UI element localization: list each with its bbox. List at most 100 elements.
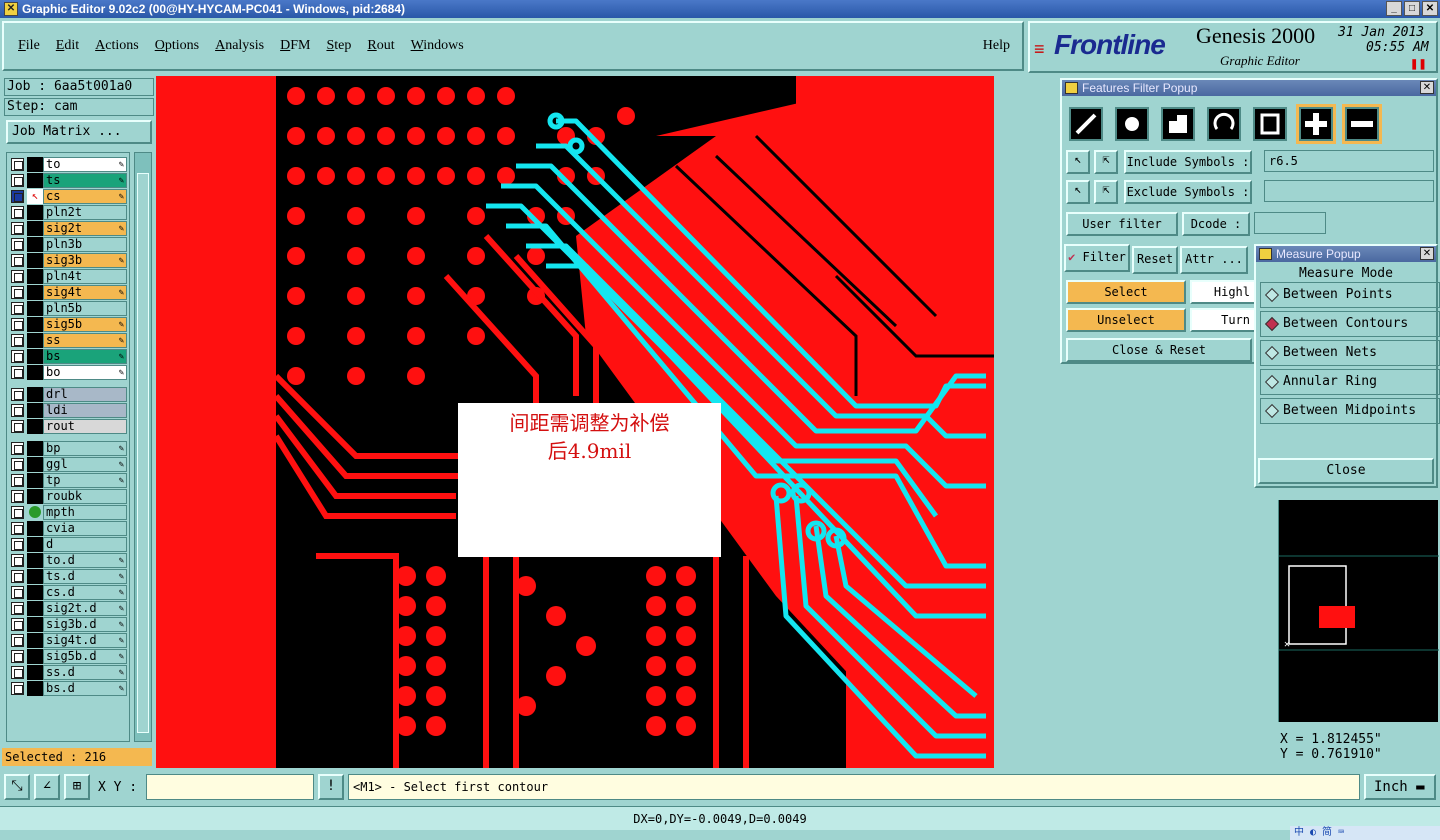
menu-rout[interactable]: Rout bbox=[367, 38, 394, 54]
layer-affected-slot[interactable] bbox=[27, 649, 43, 664]
dcode-label[interactable]: Dcode : bbox=[1182, 212, 1250, 236]
layer-affected-slot[interactable] bbox=[27, 681, 43, 696]
layer-name[interactable]: pln5b bbox=[43, 301, 127, 316]
layer-affected-slot[interactable] bbox=[27, 633, 43, 648]
menu-dfm[interactable]: DFM bbox=[280, 38, 310, 54]
layer-name[interactable]: bs ✎ bbox=[43, 349, 127, 364]
layer-display-checkbox[interactable] bbox=[11, 522, 24, 535]
pad-feature-icon[interactable] bbox=[1112, 104, 1152, 144]
layer-row-sig4t[interactable]: sig4t ✎ bbox=[9, 285, 129, 300]
include-popup-icon[interactable]: ⇱ bbox=[1094, 150, 1118, 174]
measure-mode-annular-ring[interactable]: Annular Ring bbox=[1260, 369, 1440, 395]
menu-options[interactable]: Options bbox=[155, 38, 199, 54]
negative-polarity-icon[interactable] bbox=[1342, 104, 1382, 144]
dcode-input[interactable] bbox=[1254, 212, 1326, 234]
menu-file[interactable]: File bbox=[18, 38, 40, 54]
layer-affected-slot[interactable] bbox=[27, 441, 43, 456]
layer-row-ss[interactable]: ss ✎ bbox=[9, 333, 129, 348]
layer-name[interactable]: sig4t ✎ bbox=[43, 285, 127, 300]
layer-affected-slot[interactable] bbox=[27, 333, 43, 348]
include-arrow-icon[interactable]: ↖ bbox=[1066, 150, 1090, 174]
layer-affected-slot[interactable] bbox=[27, 349, 43, 364]
measure-mode-between-nets[interactable]: Between Nets bbox=[1260, 340, 1440, 366]
exclude-symbols-input[interactable] bbox=[1264, 180, 1434, 202]
layer-display-checkbox[interactable] bbox=[11, 158, 24, 171]
layer-display-checkbox[interactable] bbox=[11, 366, 24, 379]
close-reset-button[interactable]: Close & Reset bbox=[1066, 338, 1252, 362]
surface-feature-icon[interactable] bbox=[1158, 104, 1198, 144]
layer-affected-slot[interactable] bbox=[27, 269, 43, 284]
job-matrix-button[interactable]: Job Matrix ... bbox=[6, 120, 152, 144]
layer-row-sig2t[interactable]: sig2t ✎ bbox=[9, 221, 129, 236]
layer-display-checkbox[interactable] bbox=[11, 442, 24, 455]
layer-display-checkbox[interactable] bbox=[11, 650, 24, 663]
layer-display-checkbox[interactable] bbox=[11, 190, 24, 203]
layer-display-checkbox[interactable] bbox=[11, 222, 24, 235]
reset-button[interactable]: Reset bbox=[1132, 246, 1178, 274]
layer-display-checkbox[interactable] bbox=[11, 602, 24, 615]
measure-close-icon[interactable]: ✕ bbox=[1420, 247, 1434, 260]
scrollbar-thumb[interactable] bbox=[137, 173, 149, 733]
layer-row-cvia[interactable]: cvia bbox=[9, 521, 129, 536]
layer-row-bs[interactable]: bs ✎ bbox=[9, 349, 129, 364]
layer-name[interactable]: sig5b.d ✎ bbox=[43, 649, 127, 664]
layer-row-d[interactable]: d bbox=[9, 537, 129, 552]
layer-affected-slot[interactable] bbox=[27, 419, 43, 434]
layer-row-mpth[interactable]: mpth bbox=[9, 505, 129, 520]
layer-display-checkbox[interactable] bbox=[11, 404, 24, 417]
layer-display-checkbox[interactable] bbox=[11, 254, 24, 267]
layer-row-sig3b[interactable]: sig3b ✎ bbox=[9, 253, 129, 268]
layer-row-tp[interactable]: tp ✎ bbox=[9, 473, 129, 488]
layer-row-ss-d[interactable]: ss.d ✎ bbox=[9, 665, 129, 680]
layer-display-checkbox[interactable] bbox=[11, 388, 24, 401]
measure-mode-between-contours[interactable]: Between Contours bbox=[1260, 311, 1440, 337]
layer-row-bo[interactable]: bo ✎ bbox=[9, 365, 129, 380]
layer-affected-slot[interactable] bbox=[27, 617, 43, 632]
layer-list-scrollbar[interactable] bbox=[134, 152, 152, 742]
layer-name[interactable]: to ✎ bbox=[43, 157, 127, 172]
snap-grid-icon[interactable]: ⊞ bbox=[64, 774, 90, 800]
layer-affected-slot[interactable] bbox=[27, 205, 43, 220]
layer-row-sig5b[interactable]: sig5b ✎ bbox=[9, 317, 129, 332]
layer-name[interactable]: d bbox=[43, 537, 127, 552]
pause-icon[interactable]: ❚❚ bbox=[1410, 59, 1427, 70]
filter-toggle[interactable]: ✔ Filter bbox=[1064, 244, 1130, 272]
layer-row-ggl[interactable]: ggl ✎ bbox=[9, 457, 129, 472]
maximize-button[interactable]: □ bbox=[1404, 1, 1420, 16]
layer-row-sig5b-d[interactable]: sig5b.d ✎ bbox=[9, 649, 129, 664]
layer-name[interactable]: pln2t bbox=[43, 205, 127, 220]
layer-affected-slot[interactable] bbox=[27, 601, 43, 616]
layer-name[interactable]: bs.d ✎ bbox=[43, 681, 127, 696]
layer-display-checkbox[interactable] bbox=[11, 206, 24, 219]
layer-affected-slot[interactable] bbox=[27, 569, 43, 584]
text-feature-icon[interactable] bbox=[1250, 104, 1290, 144]
layer-row-sig2t-d[interactable]: sig2t.d ✎ bbox=[9, 601, 129, 616]
layer-affected-slot[interactable] bbox=[27, 585, 43, 600]
positive-polarity-icon[interactable] bbox=[1296, 104, 1336, 144]
menu-actions[interactable]: Actions bbox=[95, 38, 139, 54]
layer-affected-slot[interactable] bbox=[27, 387, 43, 402]
attr-button[interactable]: Attr ... bbox=[1180, 246, 1248, 274]
layer-affected-slot[interactable] bbox=[27, 253, 43, 268]
layer-affected-slot[interactable] bbox=[27, 157, 43, 172]
layer-name[interactable]: bo ✎ bbox=[43, 365, 127, 380]
layer-display-checkbox[interactable] bbox=[11, 238, 24, 251]
layer-name[interactable]: to.d ✎ bbox=[43, 553, 127, 568]
layer-display-checkbox[interactable] bbox=[11, 570, 24, 583]
layer-name[interactable]: cvia bbox=[43, 521, 127, 536]
unit-selector[interactable]: Inch ▬ bbox=[1364, 774, 1436, 800]
layer-affected-slot[interactable] bbox=[27, 301, 43, 316]
layer-display-checkbox[interactable] bbox=[11, 506, 24, 519]
layer-row-to[interactable]: to ✎ bbox=[9, 157, 129, 172]
layer-affected-slot[interactable] bbox=[27, 403, 43, 418]
layer-name[interactable]: ts.d ✎ bbox=[43, 569, 127, 584]
minimize-button[interactable]: _ bbox=[1386, 1, 1402, 16]
layer-name[interactable]: roubk bbox=[43, 489, 127, 504]
layer-display-checkbox[interactable] bbox=[11, 420, 24, 433]
layer-affected-slot[interactable] bbox=[27, 537, 43, 552]
measure-tool-icon[interactable]: ∠ bbox=[34, 774, 60, 800]
highlight-button[interactable]: Highl bbox=[1190, 280, 1256, 304]
layer-row-ldi[interactable]: ldi bbox=[9, 403, 129, 418]
zoom-area-icon[interactable]: ⤡ bbox=[4, 774, 30, 800]
layer-affected-slot[interactable] bbox=[27, 665, 43, 680]
